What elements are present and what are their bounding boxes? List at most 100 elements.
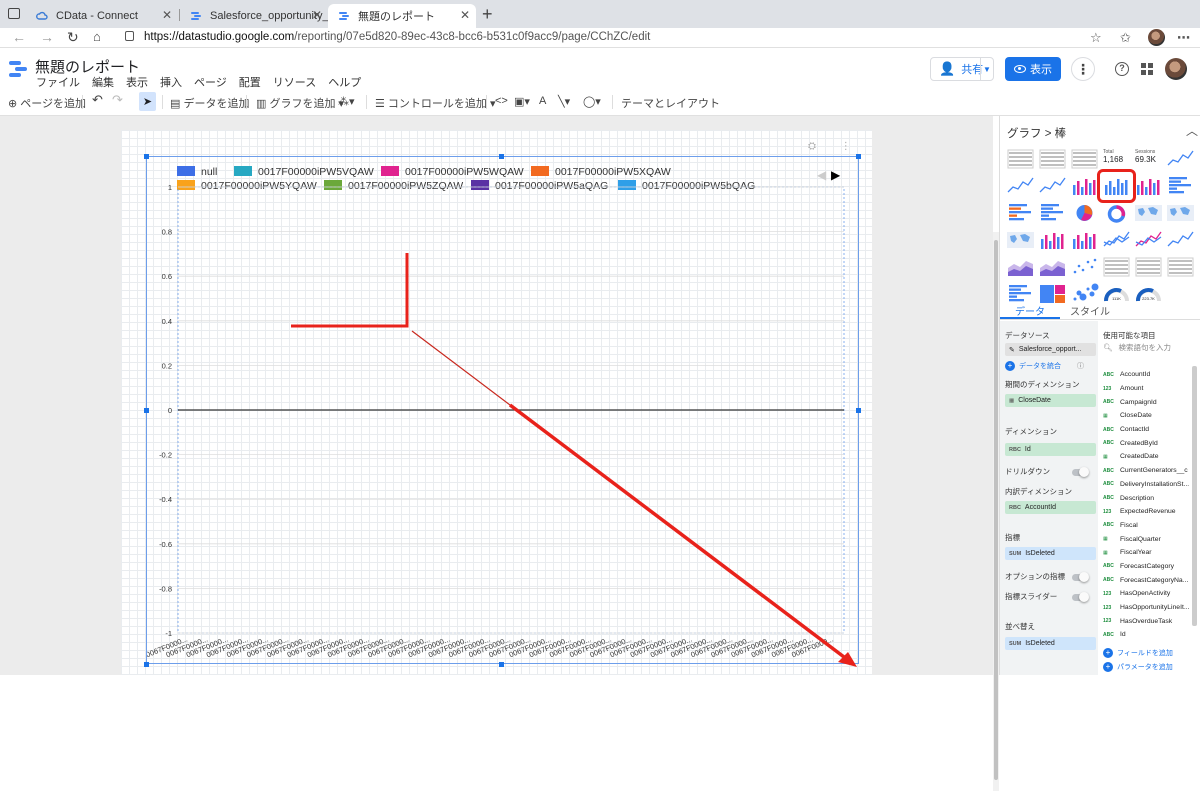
field-item[interactable]: ABC Id [1103,628,1190,642]
share-dropdown-icon[interactable]: ▼ [980,58,993,80]
field-search-input[interactable]: 🔍︎ 検索語句を入力 [1103,342,1171,353]
drilldown-toggle[interactable] [1072,467,1089,477]
field-item[interactable]: ABC ForecastCategoryNa... [1103,573,1190,587]
help-icon[interactable]: ? [1115,62,1129,76]
image-icon[interactable]: ▣▾ [514,95,530,108]
close-tab-icon[interactable]: ✕ [312,8,322,22]
view-button[interactable]: 表示 [1005,57,1061,81]
close-tab-icon[interactable]: ✕ [162,8,172,22]
tab-style[interactable]: スタイル [1060,296,1120,319]
resize-handle[interactable] [144,154,149,159]
chart-type-column-stacked-3-icon[interactable] [1069,227,1100,253]
chart-type-line-blue-icon[interactable] [1165,146,1196,172]
chart-type-pie-icon[interactable] [1069,200,1100,226]
chart-type-geo-map-icon[interactable] [1133,200,1164,226]
browser-menu-icon[interactable]: ⋯ [1177,30,1190,46]
datastudio-logo[interactable] [9,59,27,79]
data-source-chip[interactable]: ✎ Salesforce_opport... [1005,343,1096,356]
chart-type-pivot-table-3-icon[interactable] [1165,254,1196,280]
field-item[interactable]: ▦ CloseDate [1103,409,1190,423]
add-parameter-link[interactable]: + パラメータを追加 [1103,662,1173,672]
dimension-chip[interactable]: RBC Id [1005,443,1096,456]
sort-chip[interactable]: SUM IsDeleted [1005,637,1096,650]
help-circle-icon[interactable]: ⓘ [1077,361,1084,371]
reload-icon[interactable]: ↻ [67,29,79,46]
field-item[interactable]: ABC DeliveryInstallationSt... [1103,478,1190,492]
chart-type-scatter-icon[interactable] [1069,254,1100,280]
tab-actions-icon[interactable] [8,8,20,19]
chart-type-pivot-table-2-icon[interactable] [1133,254,1164,280]
field-item[interactable]: ▦ CreatedDate [1103,450,1190,464]
field-item[interactable]: 123 Amount [1103,382,1190,396]
share-button[interactable]: 👤 共有 ▼ [930,57,994,81]
chart-type-table-icon[interactable] [1005,146,1036,172]
chart-type-scorecard-sessions-icon[interactable]: Sessions 69.3K [1133,146,1164,172]
metric-chip[interactable]: SUM IsDeleted [1005,547,1096,560]
chart-type-line-area-icon[interactable] [1165,227,1196,253]
theme-layout-button[interactable]: テーマとレイアウト [621,95,720,111]
new-tab-icon[interactable]: + [482,4,493,25]
chart-type-column-grouped-icon[interactable] [1097,169,1136,203]
field-item[interactable]: ABC CurrentGenerators__c [1103,464,1190,478]
field-item[interactable]: ABC AccountId [1103,368,1190,382]
lock-icon[interactable] [125,31,134,41]
pencil-icon[interactable]: ✎ [1009,346,1015,354]
field-item[interactable]: ABC ContactId [1103,423,1190,437]
breakdown-dimension-chip[interactable]: RBC AccountId [1005,501,1096,514]
chart-type-line-smooth-icon[interactable] [1037,173,1068,199]
field-item[interactable]: ABC Fiscal [1103,519,1190,533]
more-options-icon[interactable]: ⋮ [1071,57,1095,81]
field-item[interactable]: ABC ForecastCategory [1103,560,1190,574]
add-field-link[interactable]: + フィールドを追加 [1103,648,1173,658]
community-viz-icon[interactable]: ⁂▾ [338,95,355,108]
chart-type-bar-grouped-icon[interactable] [1037,200,1068,226]
field-item[interactable]: 123 HasOverdueTask [1103,614,1190,628]
forward-icon[interactable]: → [40,29,54,45]
resize-handle[interactable] [144,408,149,413]
back-icon[interactable]: ← [12,29,26,45]
shape-icon[interactable]: ◯▾ [583,95,601,108]
field-item[interactable]: 123 HasOpenActivity [1103,587,1190,601]
add-chart-button[interactable]: ▥ グラフを追加 ▾ [256,95,344,111]
chart-type-donut-icon[interactable] [1101,200,1132,226]
favorites-icon[interactable]: ✩ [1120,30,1131,46]
undo-icon[interactable]: ↶ [92,92,103,108]
field-item[interactable]: ABC CampaignId [1103,395,1190,409]
resize-handle[interactable] [856,154,861,159]
chart-type-table-bars-icon[interactable] [1037,146,1068,172]
chart-type-column-icon[interactable] [1069,173,1100,199]
resize-handle[interactable] [499,662,504,667]
chart-type-pivot-table-icon[interactable] [1101,254,1132,280]
metric-slider-toggle[interactable] [1072,592,1089,602]
chart-type-scorecard-total-icon[interactable]: Total 1,168 [1101,146,1132,172]
chart-type-bar-icon[interactable] [1165,173,1196,199]
add-control-button[interactable]: ☰ コントロールを追加 ▾ [375,95,496,111]
fields-scrollbar[interactable] [1192,366,1197,626]
blend-data-link[interactable]: + データを統合 ⓘ [1005,361,1084,371]
close-tab-icon[interactable]: ✕ [460,8,470,22]
favorite-star-icon[interactable]: ☆ [1090,30,1102,46]
resize-handle[interactable] [856,408,861,413]
home-icon[interactable]: ⌂ [93,29,101,44]
chart-type-table-heat-icon[interactable] [1069,146,1100,172]
chart-filter-icon[interactable]: ⛭ [808,141,816,152]
select-cursor-icon[interactable]: ➤ [139,92,156,111]
tab-data[interactable]: データ [1000,296,1060,319]
resize-handle[interactable] [144,662,149,667]
apps-grid-icon[interactable] [1141,63,1153,75]
chart-type-geo-bubble-icon[interactable] [1005,227,1036,253]
add-page-button[interactable]: ⊕ ページを追加 [8,95,86,111]
embed-code-icon[interactable]: <> [495,95,508,107]
collapse-chevron-icon[interactable]: ︿ [1186,122,1198,139]
chart-type-line-multi-icon[interactable] [1133,227,1164,253]
url-field[interactable]: https://datastudio.google.com/reporting/… [144,31,650,43]
optional-metric-toggle[interactable] [1072,572,1089,582]
chart-type-column-stacked-icon[interactable] [1133,173,1164,199]
field-item[interactable]: ABC Description [1103,491,1190,505]
chart-type-bar-stacked-icon[interactable] [1005,200,1036,226]
browser-tab-report[interactable]: 無題のレポート ✕ [328,4,476,28]
period-dimension-chip[interactable]: ▦ CloseDate [1005,394,1096,407]
field-item[interactable]: 123 ExpectedRevenue [1103,505,1190,519]
browser-tab-salesforce[interactable]: Salesforce_opportunity_Kuwa ✕ [180,4,328,28]
resize-handle[interactable] [499,154,504,159]
